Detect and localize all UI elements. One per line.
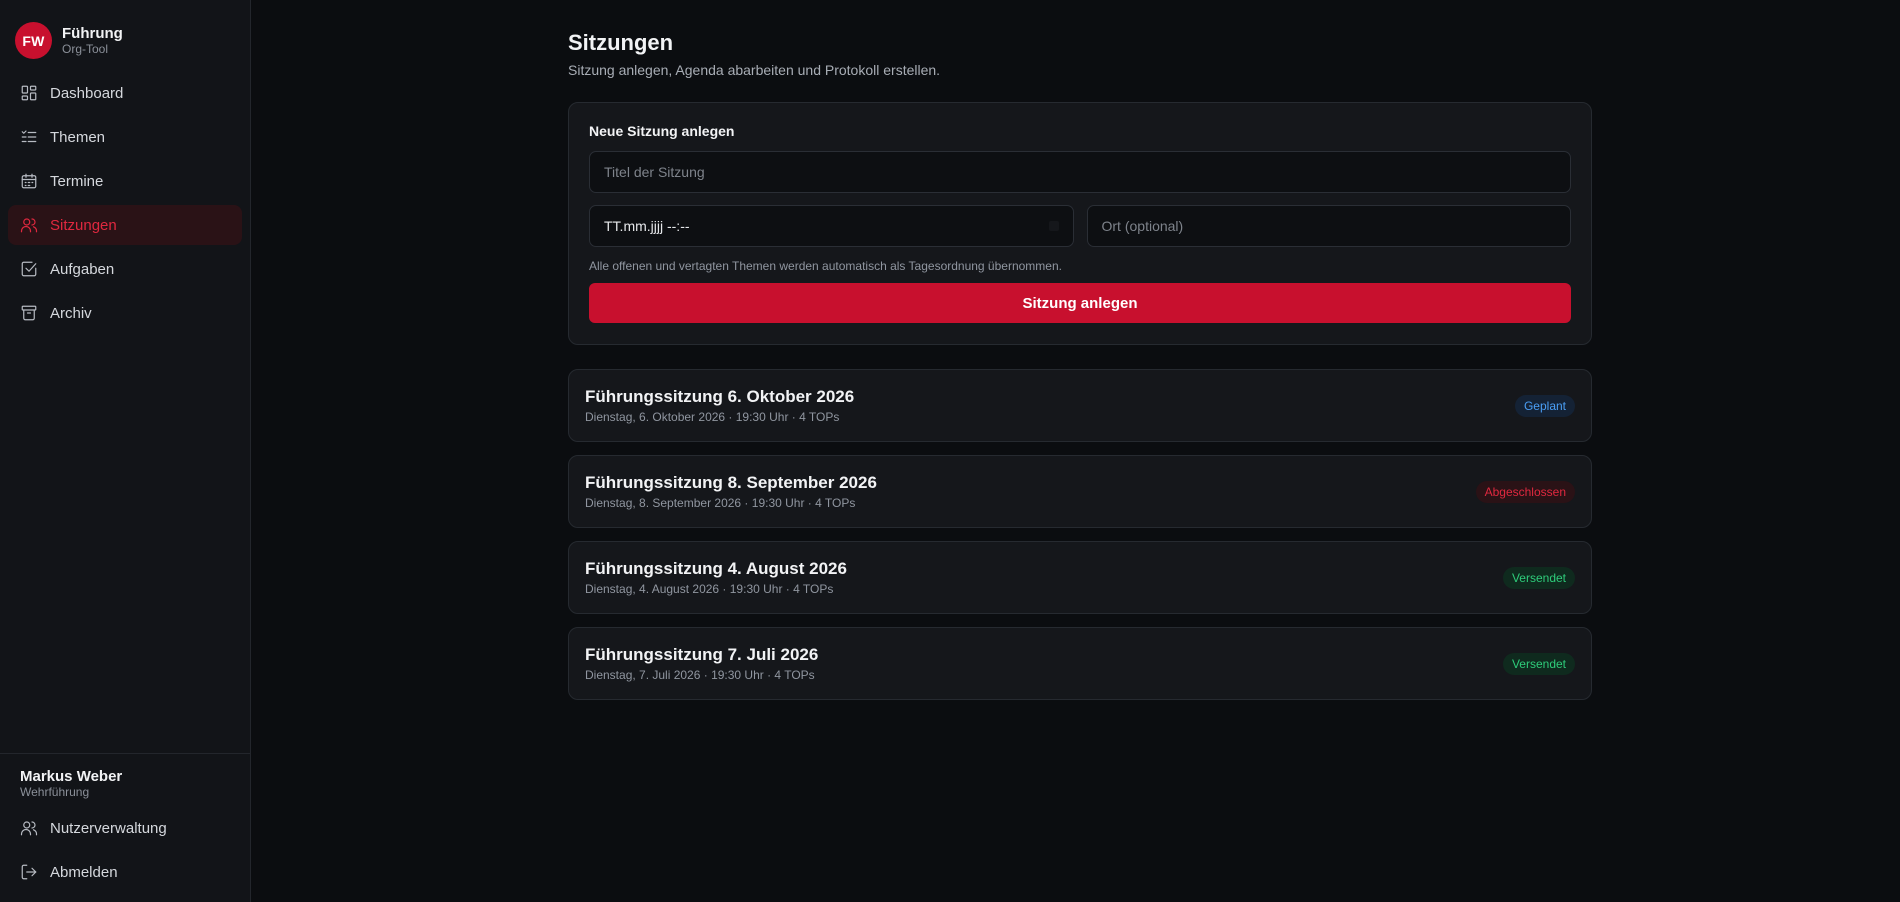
status-badge: Versendet (1502, 652, 1575, 675)
status-badge: Geplant (1514, 394, 1575, 417)
new-session-title: Neue Sitzung anlegen (589, 123, 735, 139)
sidebar-item-label: Themen (50, 128, 106, 146)
calendar-icon (20, 172, 38, 190)
sidebar-item-dashboard[interactable]: Dashboard (8, 73, 242, 113)
form-hint: Alle offenen und vertagten Themen werden… (589, 259, 1062, 273)
brand[interactable]: FW Führung Org-Tool (0, 0, 250, 66)
session-title: Führungssitzung 8. September 2026 (585, 473, 877, 492)
sidebar-item-archiv[interactable]: Archiv (8, 293, 242, 333)
sidebar-item-termine[interactable]: Termine (8, 161, 242, 201)
sidebar-item-label: Dashboard (50, 84, 124, 102)
new-session-card: Neue Sitzung anlegen TT.mm.jjjj --:-- Al… (568, 102, 1592, 345)
sidebar-item-label: Sitzungen (50, 216, 117, 234)
session-meta: Dienstag, 7. Juli 2026 · 19:30 Uhr · 4 T… (585, 668, 815, 682)
session-title: Führungssitzung 7. Juli 2026 (585, 645, 819, 664)
sidebar-item-aufgaben[interactable]: Aufgaben (8, 249, 242, 289)
brand-title: Führung (62, 25, 123, 42)
calendar-picker-icon[interactable] (1048, 221, 1059, 231)
datetime-placeholder: TT.mm.jjjj --:-- (604, 218, 690, 234)
sidebar-item-sitzungen[interactable]: Sitzungen (8, 205, 242, 245)
session-meta: Dienstag, 6. Oktober 2026 · 19:30 Uhr · … (585, 410, 840, 424)
page-subtitle: Sitzung anlegen, Agenda abarbeiten und P… (568, 62, 941, 78)
sidebar-item-label: Archiv (50, 304, 92, 322)
logout-button[interactable]: Abmelden (8, 852, 242, 892)
brand-logo: FW (15, 22, 52, 59)
session-title: Führungssitzung 6. Oktober 2026 (585, 387, 855, 406)
session-list: Führungssitzung 6. Oktober 2026 Dienstag… (568, 369, 1592, 700)
sidebar-item-label: Abmelden (50, 863, 118, 881)
session-location-input[interactable] (1086, 205, 1571, 247)
users-icon (20, 819, 38, 837)
session-item[interactable]: Führungssitzung 8. September 2026 Dienst… (568, 455, 1592, 528)
session-title: Führungssitzung 4. August 2026 (585, 559, 847, 578)
session-meta: Dienstag, 8. September 2026 · 19:30 Uhr … (585, 496, 856, 510)
list-icon (20, 128, 38, 146)
sidebar-item-nutzerverwaltung[interactable]: Nutzerverwaltung (8, 808, 242, 848)
session-datetime-input[interactable]: TT.mm.jjjj --:-- (589, 205, 1074, 247)
status-badge: Abgeschlossen (1475, 480, 1575, 503)
users-icon (20, 216, 38, 234)
page-title: Sitzungen (568, 30, 674, 55)
checkbox-icon (20, 260, 38, 278)
sidebar: FW Führung Org-Tool Dashboard Themen Ter… (0, 0, 251, 902)
session-meta: Dienstag, 4. August 2026 · 19:30 Uhr · 4… (585, 582, 834, 596)
brand-subtitle: Org-Tool (62, 42, 109, 56)
archive-icon (20, 304, 38, 322)
sidebar-footer: Markus Weber Wehrführung Nutzerverwaltun… (0, 753, 250, 902)
session-item[interactable]: Führungssitzung 6. Oktober 2026 Dienstag… (568, 369, 1592, 442)
dashboard-icon (20, 84, 38, 102)
sidebar-item-label: Nutzerverwaltung (50, 819, 167, 837)
user-name: Markus Weber (20, 768, 123, 785)
main-content: Sitzungen Sitzung anlegen, Agenda abarbe… (251, 0, 1900, 902)
status-badge: Versendet (1502, 566, 1575, 589)
session-item[interactable]: Führungssitzung 4. August 2026 Dienstag,… (568, 541, 1592, 614)
sidebar-item-themen[interactable]: Themen (8, 117, 242, 157)
logout-icon (20, 863, 38, 881)
session-item[interactable]: Führungssitzung 7. Juli 2026 Dienstag, 7… (568, 627, 1592, 700)
user-role: Wehrführung (20, 785, 90, 799)
sidebar-nav: Dashboard Themen Termine Sitzungen Aufga… (0, 66, 250, 337)
session-title-input[interactable] (589, 151, 1571, 193)
create-session-button[interactable]: Sitzung anlegen (589, 283, 1571, 323)
sidebar-item-label: Aufgaben (50, 260, 115, 278)
sidebar-item-label: Termine (50, 172, 104, 190)
